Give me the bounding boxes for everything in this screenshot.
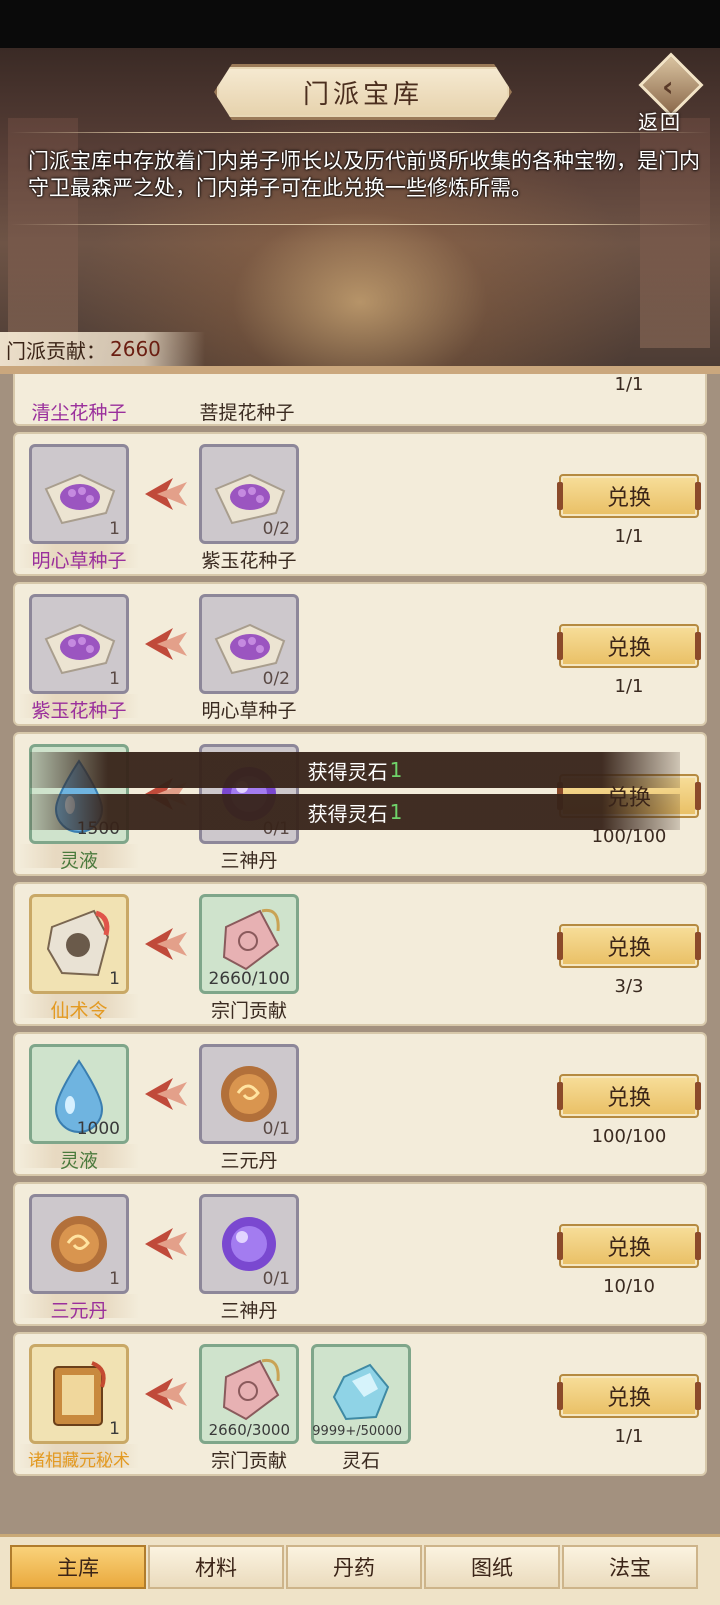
exchange-button[interactable]: 兑换 xyxy=(557,924,701,968)
cost-name: 宗门贡献 xyxy=(210,1000,287,1022)
exchange-row: 1 诸相藏元秘术 2660/3000 宗门贡献 9999+/50000 灵石 兑… xyxy=(13,1332,707,1476)
header: 门派宝库 ‹ 返回 门派宝库中存放着门内弟子师长以及历代前贤所收集的各种宝物，是… xyxy=(0,48,720,374)
back-label: 返回 xyxy=(638,110,682,134)
toast-message: 获得灵石 1 xyxy=(30,794,680,830)
cost-slot[interactable]: 0/1 xyxy=(199,1044,299,1144)
reward-slot[interactable]: 1000 xyxy=(29,1044,129,1144)
reward-slot[interactable]: 1 xyxy=(29,444,129,544)
divider xyxy=(10,224,710,225)
tab-blueprints[interactable]: 图纸 xyxy=(424,1545,560,1589)
item-count: 1 xyxy=(109,1269,120,1289)
reward-name: 清尘花种子 xyxy=(31,402,127,424)
toast-amount: 1 xyxy=(389,758,403,782)
arrow-left-icon xyxy=(145,1228,187,1260)
tab-bar: 主库 材料 丹药 图纸 法宝 xyxy=(0,1534,720,1605)
item-count: 0/1 xyxy=(262,1119,290,1139)
cost-name: 三神丹 xyxy=(220,850,278,872)
tab-materials[interactable]: 材料 xyxy=(148,1545,284,1589)
back-button[interactable]: ‹ 返回 xyxy=(634,52,706,134)
chevron-left-icon: ‹ xyxy=(662,70,674,103)
status-bar xyxy=(0,0,720,48)
arrow-left-icon xyxy=(145,928,187,960)
exchange-button[interactable]: 兑换 xyxy=(557,474,701,518)
item-count: 1 xyxy=(109,519,120,539)
description: 门派宝库中存放着门内弟子师长以及历代前贤所收集的各种宝物，是门内守卫最森严之处，… xyxy=(28,149,700,200)
exchange-button[interactable]: 兑换 xyxy=(557,1074,701,1118)
item-count: 1000 xyxy=(76,1119,120,1139)
reward-name: 灵液 xyxy=(59,850,98,872)
toast-text: 获得灵石 xyxy=(307,759,388,784)
cost-slot[interactable]: 0/2 xyxy=(199,444,299,544)
arrow-left-icon xyxy=(145,628,187,660)
item-count: 1 xyxy=(109,969,120,989)
cost-slot[interactable]: 2660/3000 xyxy=(199,1344,299,1444)
cost-name: 紫玉花种子 xyxy=(201,550,297,572)
exchange-limit: 1/1 xyxy=(614,374,644,395)
exchange-row: 1 紫玉花种子 0/2 明心草种子 兑换 1/1 xyxy=(13,582,707,726)
exchange-row: 清尘花种子 菩提花种子 1/1 xyxy=(13,374,707,426)
exchange-limit: 3/3 xyxy=(614,976,644,997)
exchange-row: 1 三元丹 0/1 三神丹 兑换 10/10 xyxy=(13,1182,707,1326)
reward-slot[interactable]: 1 xyxy=(29,1194,129,1294)
item-count: 1 xyxy=(109,669,120,689)
contribution-value: 2660 xyxy=(110,337,161,361)
cost-slot[interactable]: 0/2 xyxy=(199,594,299,694)
cost-name: 三元丹 xyxy=(220,1150,278,1172)
reward-slot[interactable]: 1 xyxy=(29,894,129,994)
exchange-limit: 100/100 xyxy=(591,1126,667,1147)
cost-name: 宗门贡献 xyxy=(210,1450,287,1472)
item-count: 0/2 xyxy=(262,519,290,539)
item-count: 0/1 xyxy=(262,1269,290,1289)
reward-name: 仙术令 xyxy=(50,1000,108,1022)
reward-name: 紫玉花种子 xyxy=(31,700,127,722)
page-title: 门派宝库 xyxy=(214,64,512,120)
header-border xyxy=(0,366,720,374)
cost-slot[interactable]: 9999+/50000 xyxy=(311,1344,411,1444)
exchange-button[interactable]: 兑换 xyxy=(557,1374,701,1418)
exchange-button[interactable]: 兑换 xyxy=(557,624,701,668)
exchange-button[interactable]: 兑换 xyxy=(557,1224,701,1268)
item-count: 0/2 xyxy=(262,669,290,689)
contribution-display: 门派贡献： 2660 xyxy=(0,332,205,366)
exchange-limit: 10/10 xyxy=(603,1276,655,1297)
cost-name: 明心草种子 xyxy=(201,700,297,722)
exchange-list[interactable]: 清尘花种子 菩提花种子 1/1 1 明心草种子 0/2 紫玉花种子 兑换 1/1… xyxy=(0,374,720,1534)
reward-slot[interactable]: 1 xyxy=(29,594,129,694)
exchange-row: 1000 灵液 0/1 三元丹 兑换 100/100 xyxy=(13,1032,707,1176)
reward-name: 诸相藏元秘术 xyxy=(28,1451,130,1471)
exchange-limit: 1/1 xyxy=(614,1426,644,1447)
arrow-left-icon xyxy=(145,1378,187,1410)
exchange-limit: 1/1 xyxy=(614,676,644,697)
toast-text: 获得灵石 xyxy=(307,801,388,826)
exchange-row: 1 仙术令 2660/100 宗门贡献 兑换 3/3 xyxy=(13,882,707,1026)
item-count: 1 xyxy=(109,1419,120,1439)
tab-treasures[interactable]: 法宝 xyxy=(562,1545,698,1589)
toast-amount: 1 xyxy=(389,800,403,824)
item-count: 9999+/50000 xyxy=(312,1424,402,1439)
cost-slot[interactable]: 0/1 xyxy=(199,1194,299,1294)
cost-name: 灵石 xyxy=(341,1450,380,1472)
reward-slot[interactable]: 1 xyxy=(29,1344,129,1444)
item-count: 2660/3000 xyxy=(208,1421,290,1439)
cost-slot[interactable]: 2660/100 xyxy=(199,894,299,994)
tab-pills[interactable]: 丹药 xyxy=(286,1545,422,1589)
contribution-label: 门派贡献： xyxy=(6,338,106,363)
tab-main[interactable]: 主库 xyxy=(10,1545,146,1589)
arrow-left-icon xyxy=(145,1078,187,1110)
divider xyxy=(10,132,710,133)
exchange-row: 1 明心草种子 0/2 紫玉花种子 兑换 1/1 xyxy=(13,432,707,576)
exchange-limit: 1/1 xyxy=(614,526,644,547)
arrow-left-icon xyxy=(145,478,187,510)
item-count: 2660/100 xyxy=(208,969,290,989)
reward-name: 三元丹 xyxy=(50,1300,108,1322)
reward-name: 灵液 xyxy=(59,1150,98,1172)
cost-name: 菩提花种子 xyxy=(199,402,295,424)
toast-message: 获得灵石 1 xyxy=(30,752,680,788)
reward-name: 明心草种子 xyxy=(31,550,127,572)
cost-name: 三神丹 xyxy=(220,1300,278,1322)
